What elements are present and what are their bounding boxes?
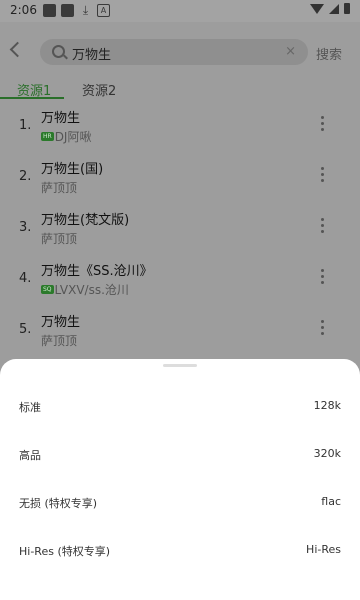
system-icons xyxy=(310,3,350,14)
song-title: 万物生(国) xyxy=(41,162,104,177)
active-tab-indicator xyxy=(0,97,64,99)
option-value: flac xyxy=(321,495,341,508)
search-header: 万物生 × 搜索 xyxy=(0,22,360,80)
song-row[interactable]: 2. 万物生(国) 萨顶顶 xyxy=(0,151,360,202)
song-title: 万物生(梵文版) xyxy=(41,213,130,228)
option-value: 320k xyxy=(313,447,341,460)
song-artist: 萨顶顶 xyxy=(41,232,78,246)
song-row[interactable]: 1. 万物生 HR DJ阿啾 xyxy=(0,100,360,151)
option-label: 高品 xyxy=(19,449,41,462)
more-options-icon[interactable] xyxy=(321,269,325,287)
notification-app-icon xyxy=(43,4,56,17)
song-title: 万物生《SS.沧川》 xyxy=(41,264,153,279)
option-label: 无损 (特权专享) xyxy=(19,497,98,510)
song-number: 1. xyxy=(19,118,32,133)
song-row[interactable]: 4. 万物生《SS.沧川》 SQ LVXV/ss.沧川 xyxy=(0,253,360,304)
quality-bottom-sheet: 标准 128k 高品 320k 无损 (特权专享) flac Hi-Res (特… xyxy=(0,359,360,600)
quality-option-standard[interactable]: 标准 128k xyxy=(0,385,360,429)
quality-option-lossless[interactable]: 无损 (特权专享) flac xyxy=(0,481,360,525)
song-artist-line: 萨顶顶 xyxy=(41,179,77,196)
song-artist: 萨顶顶 xyxy=(41,334,78,348)
notification-app-icon xyxy=(61,4,74,17)
song-row[interactable]: 3. 万物生(梵文版) 萨顶顶 xyxy=(0,202,360,253)
song-artist-line: HR DJ阿啾 xyxy=(41,128,91,145)
notification-icons: ⤓ A xyxy=(43,4,110,17)
search-query[interactable]: 万物生 xyxy=(72,44,111,63)
source-tabs: 资源1 资源2 xyxy=(0,80,360,99)
song-artist: 萨顶顶 xyxy=(41,181,78,195)
wifi-icon xyxy=(310,3,324,14)
battery-icon xyxy=(344,3,350,14)
option-label: 标准 xyxy=(19,401,41,414)
back-arrow-icon[interactable] xyxy=(9,41,26,58)
song-number: 4. xyxy=(19,271,32,286)
song-artist-line: 萨顶顶 xyxy=(41,230,77,247)
download-icon: ⤓ xyxy=(82,3,89,17)
option-label: Hi-Res (特权专享) xyxy=(19,545,111,558)
option-value: 128k xyxy=(313,399,341,412)
song-artist-line: 萨顶顶 xyxy=(41,332,77,349)
tab-source-2[interactable]: 资源2 xyxy=(82,80,116,99)
song-artist: DJ阿啾 xyxy=(54,130,92,144)
song-row[interactable]: 5. 万物生 萨顶顶 xyxy=(0,304,360,355)
song-title: 万物生 xyxy=(41,111,81,126)
quality-option-hires[interactable]: Hi-Res (特权专享) Hi-Res xyxy=(0,529,360,573)
status-time: 2:06 xyxy=(10,3,37,17)
song-number: 5. xyxy=(19,322,32,337)
quality-badge: HR xyxy=(41,132,54,141)
song-number: 3. xyxy=(19,220,32,235)
quality-badge: SQ xyxy=(41,285,54,294)
more-options-icon[interactable] xyxy=(321,218,325,236)
song-number: 2. xyxy=(19,169,32,184)
search-input[interactable]: 万物生 × xyxy=(40,39,308,65)
a-app-icon: A xyxy=(97,4,110,17)
song-artist-line: SQ LVXV/ss.沧川 xyxy=(41,281,129,298)
more-options-icon[interactable] xyxy=(321,167,325,185)
song-title: 万物生 xyxy=(41,315,81,330)
quality-option-high[interactable]: 高品 320k xyxy=(0,433,360,477)
option-value: Hi-Res xyxy=(306,543,341,556)
sheet-drag-handle[interactable] xyxy=(163,364,197,367)
signal-icon xyxy=(329,3,339,14)
search-button[interactable]: 搜索 xyxy=(316,44,342,63)
status-bar: 2:06 ⤓ A xyxy=(0,0,360,22)
more-options-icon[interactable] xyxy=(321,116,325,134)
more-options-icon[interactable] xyxy=(321,320,325,338)
clear-icon[interactable]: × xyxy=(285,44,296,59)
search-icon xyxy=(52,45,65,58)
song-artist: LVXV/ss.沧川 xyxy=(54,283,129,297)
